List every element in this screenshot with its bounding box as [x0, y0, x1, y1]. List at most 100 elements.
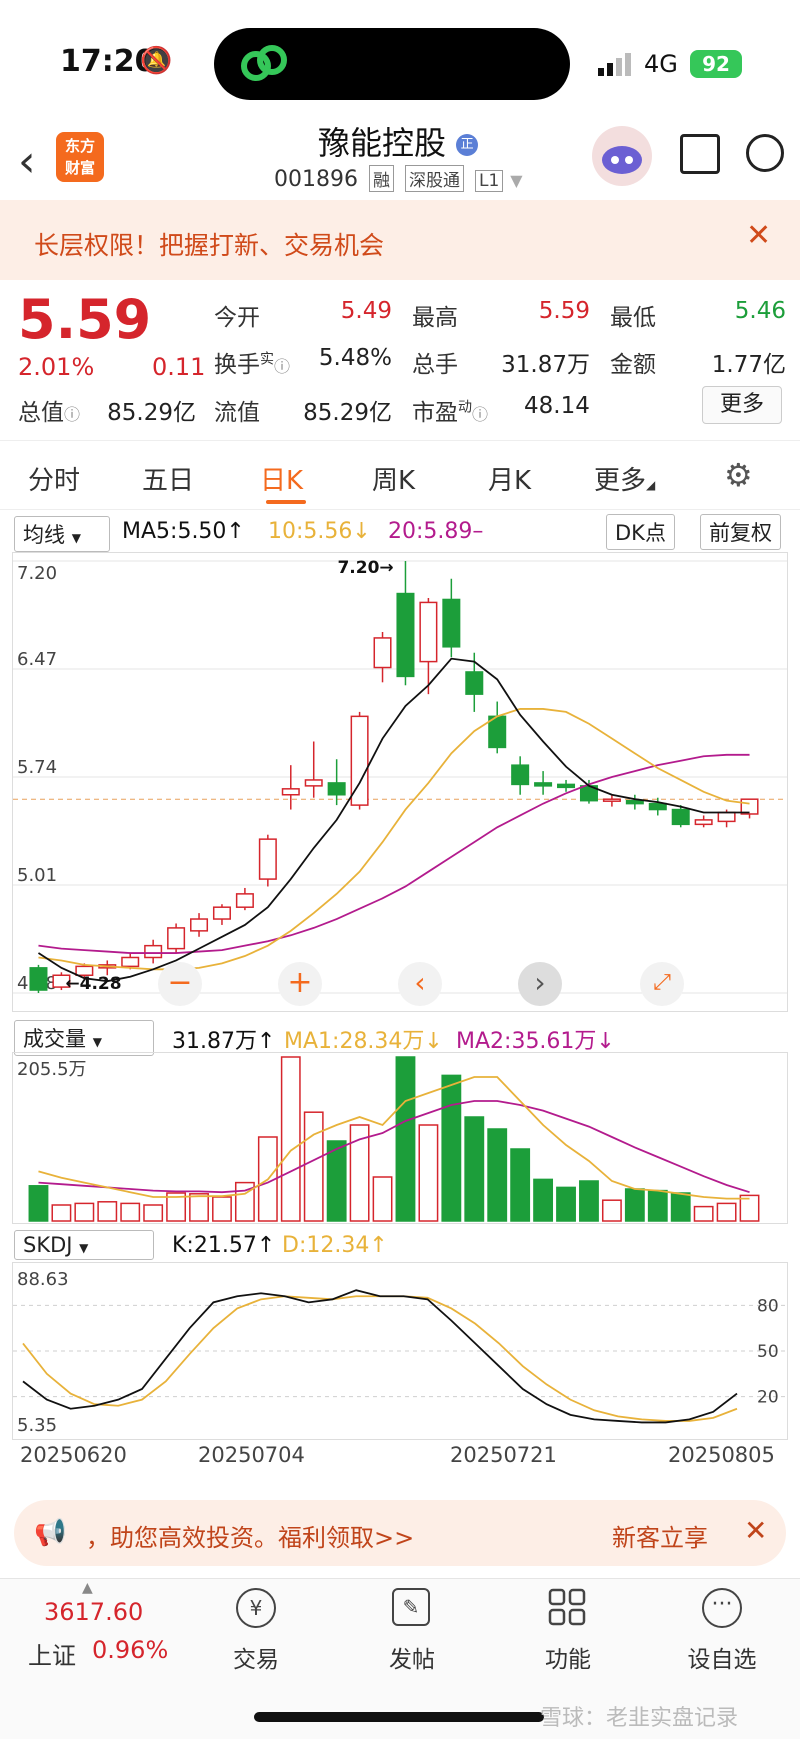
zheng-badge-icon: 正: [456, 134, 479, 156]
date-label: 20250704: [198, 1443, 305, 1467]
candle-body: [327, 782, 346, 796]
back-button[interactable]: ‹: [18, 136, 36, 187]
candle-body: [235, 893, 254, 908]
ma-select[interactable]: 均线 ▼: [14, 516, 110, 552]
volume-label: 总手: [412, 352, 458, 378]
date-label: 20250620: [20, 1443, 127, 1467]
volume-bar: [51, 1204, 72, 1222]
volume-bar: [533, 1178, 554, 1222]
candle-body: [304, 779, 323, 787]
trade-icon[interactable]: ¥: [236, 1588, 276, 1628]
skdj-k-legend: K:21.57↑: [172, 1233, 276, 1258]
banner-text[interactable]: 长层权限！把握打新、交易机会: [34, 226, 384, 262]
volume-bar: [579, 1180, 599, 1222]
skdj-right-tick: 20: [757, 1388, 779, 1408]
tag-level: L1: [474, 170, 504, 192]
share-icon[interactable]: [680, 134, 720, 174]
mute-icon: 🔕: [140, 46, 173, 76]
skdj-d-legend: D:12.34↑: [282, 1233, 388, 1258]
watermark: 雪球：老韭实盘记录: [540, 1706, 739, 1731]
info-icon[interactable]: ⓘ: [64, 405, 80, 424]
candle-body: [648, 802, 667, 811]
info-icon[interactable]: ⓘ: [472, 405, 488, 424]
low-label: 最低: [610, 305, 656, 331]
nav-watchlist[interactable]: 设自选: [672, 1640, 772, 1674]
nav-trade[interactable]: 交易: [206, 1640, 306, 1674]
volume-bar: [212, 1196, 232, 1222]
volume-bar: [647, 1189, 668, 1222]
index-pct[interactable]: 0.96%: [92, 1636, 168, 1664]
zoom-in-button[interactable]: +: [278, 962, 322, 1006]
nav-functions[interactable]: 功能: [518, 1640, 618, 1674]
zoom-out-button[interactable]: −: [158, 962, 202, 1006]
volume-bar: [418, 1124, 439, 1222]
volume-bar: [693, 1205, 714, 1222]
app-logo: 东方 财富: [56, 132, 104, 182]
tab-daily-k[interactable]: 日K: [260, 460, 303, 497]
banner-close-icon[interactable]: ✕: [746, 218, 771, 253]
chevron-down-icon[interactable]: ▼: [510, 171, 522, 190]
volume-bar: [670, 1192, 691, 1222]
turnover-label: 换手实ⓘ: [214, 351, 291, 378]
more-button[interactable]: 更多: [702, 386, 782, 424]
grid-function-icon[interactable]: [548, 1588, 586, 1626]
network-type: 4G: [644, 50, 678, 78]
nav-post[interactable]: 发帖: [362, 1640, 462, 1674]
index-name[interactable]: 上证: [28, 1636, 76, 1671]
date-label: 20250805: [668, 1443, 775, 1467]
open-label: 今开: [214, 305, 260, 331]
total-cap-label: 总值ⓘ: [18, 400, 81, 426]
dk-point-button[interactable]: DK点: [606, 514, 675, 550]
ma5-line: [37, 657, 750, 983]
skdj-top-label: 88.63: [17, 1269, 69, 1290]
skdj-select[interactable]: SKDJ ▼: [14, 1230, 154, 1260]
candle-body: [442, 598, 461, 648]
pe-value: 48.14: [524, 393, 590, 419]
y-tick-label: 5.01: [17, 865, 57, 886]
home-indicator[interactable]: [254, 1712, 544, 1722]
candle-body: [602, 798, 621, 802]
vol-ma1-line: [38, 1076, 750, 1200]
candle-body: [511, 764, 530, 786]
robot-avatar-icon[interactable]: [592, 126, 652, 186]
promo-text[interactable]: ，助您高效投资。福利领取>>: [86, 1518, 414, 1553]
tab-monthly-k[interactable]: 月K: [488, 460, 531, 497]
volume-bar: [487, 1128, 508, 1222]
kline-chart[interactable]: 7.206.475.745.014.287.20→←4.28: [12, 552, 788, 1012]
promo-close-icon[interactable]: ✕: [744, 1514, 767, 1547]
candle-body: [212, 906, 231, 920]
index-value[interactable]: 3617.60: [44, 1598, 143, 1626]
fullscreen-icon[interactable]: ⤢: [640, 962, 684, 1006]
candle-body: [671, 808, 690, 826]
pan-left-button[interactable]: ‹: [398, 962, 442, 1006]
volume-bar: [395, 1056, 416, 1222]
tab-five-day[interactable]: 五日: [142, 460, 194, 497]
candle-body: [557, 783, 576, 789]
info-icon[interactable]: ⓘ: [274, 357, 290, 376]
vol-ma1-legend: MA1:28.34万↓: [284, 1029, 443, 1054]
volume-bar: [464, 1116, 485, 1222]
search-icon[interactable]: [746, 134, 784, 172]
tab-more[interactable]: 更多◢: [594, 460, 655, 497]
volume-select[interactable]: 成交量 ▼: [14, 1020, 154, 1056]
pan-right-button[interactable]: ›: [518, 962, 562, 1006]
volume-bar: [441, 1074, 462, 1222]
signal-icon: [598, 52, 634, 80]
adjust-button[interactable]: 前复权: [700, 514, 781, 550]
volume-chart[interactable]: 205.5万: [12, 1052, 788, 1224]
candle-body: [534, 782, 553, 787]
promo-right-text[interactable]: 新客立享: [612, 1518, 708, 1553]
candle-body: [419, 601, 438, 663]
expand-up-icon[interactable]: ▲: [82, 1580, 93, 1596]
skdj-chart[interactable]: 88.63 5.35 80 50 20: [12, 1262, 788, 1440]
tab-weekly-k[interactable]: 周K: [372, 460, 415, 497]
vol-ma2-line: [38, 1100, 750, 1194]
settings-gear-icon[interactable]: ⚙: [724, 456, 753, 494]
ma20-line: [38, 753, 750, 954]
volume-bar: [624, 1188, 645, 1222]
tab-intraday[interactable]: 分时: [28, 460, 80, 497]
volume-bar: [716, 1202, 737, 1222]
edit-post-icon[interactable]: ✎: [392, 1588, 430, 1626]
more-dots-icon[interactable]: ···: [702, 1588, 742, 1628]
tag-margin: 融: [368, 165, 394, 192]
